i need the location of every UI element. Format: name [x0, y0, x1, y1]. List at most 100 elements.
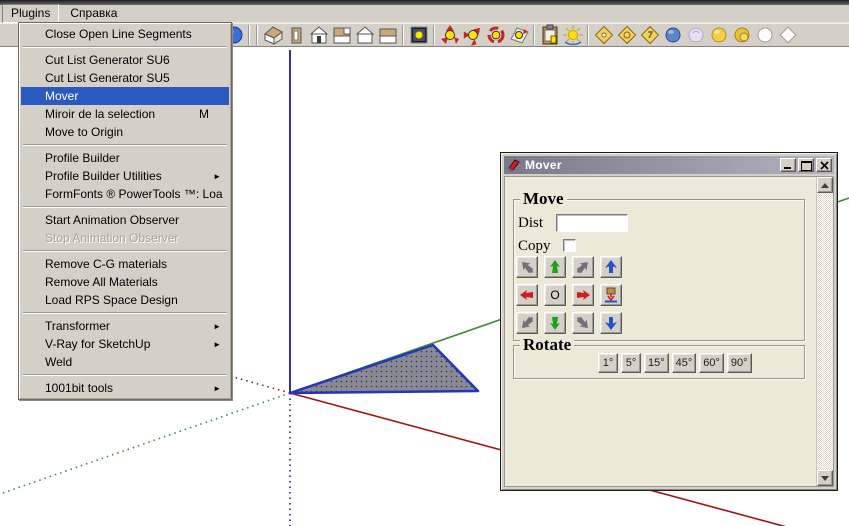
- menu-item-miroir-de-la-selection[interactable]: Miroir de la selectionM: [21, 105, 229, 123]
- left-view-icon[interactable]: [284, 24, 307, 46]
- menu-item-cut-list-generator-su6[interactable]: Cut List Generator SU6: [21, 51, 229, 69]
- menubar-help[interactable]: Справка: [61, 4, 126, 23]
- arrow-up-blue-icon: [603, 259, 619, 275]
- plugins-dropdown-menu: Close Open Line Segments Cut List Genera…: [18, 22, 232, 400]
- blue-sphere-icon[interactable]: [661, 24, 684, 46]
- clipboard-icon[interactable]: [538, 24, 561, 46]
- front-view-icon[interactable]: [307, 24, 330, 46]
- minimize-button[interactable]: [780, 158, 796, 172]
- menu-item-label: Move to Origin: [45, 125, 223, 139]
- rotate-90deg-button[interactable]: 90°: [727, 353, 752, 373]
- menu-bar: Plugins Справка: [0, 5, 849, 23]
- copy-checkbox[interactable]: [563, 239, 576, 252]
- move-left-red-button[interactable]: [516, 284, 538, 306]
- menu-item-close-open-line-segments[interactable]: Close Open Line Segments: [21, 25, 229, 43]
- move-up-blue-button[interactable]: [600, 256, 622, 278]
- menubar-plugins[interactable]: Plugins: [2, 4, 59, 23]
- menu-item-load-rps-space-design[interactable]: Load RPS Space Design: [21, 291, 229, 309]
- tag-3-icon[interactable]: [638, 24, 661, 46]
- menu-item-mover[interactable]: Mover: [21, 87, 229, 105]
- top-view-icon[interactable]: [330, 24, 353, 46]
- move-up-right-button[interactable]: [572, 256, 594, 278]
- menu-item-shortcut: M: [199, 107, 209, 121]
- menu-item-cut-list-generator-su5[interactable]: Cut List Generator SU5: [21, 69, 229, 87]
- menu-item-1001bit-tools[interactable]: 1001bit tools►: [21, 379, 229, 397]
- move-down-left-button[interactable]: [516, 312, 538, 334]
- menu-item-profile-builder-utilities[interactable]: Profile Builder Utilities►: [21, 167, 229, 185]
- dist-input[interactable]: [556, 214, 628, 232]
- origin-button-label: O: [550, 288, 559, 302]
- move-up-green-button[interactable]: [544, 256, 566, 278]
- rotate-circular-icon[interactable]: [484, 24, 507, 46]
- move-right-red-button[interactable]: [572, 284, 594, 306]
- menu-item-start-animation-observer[interactable]: Start Animation Observer: [21, 211, 229, 229]
- white-diamond-icon[interactable]: [776, 24, 799, 46]
- menu-item-remove-cg-materials[interactable]: Remove C-G materials: [21, 255, 229, 273]
- arrow-down-left-icon: [519, 315, 535, 331]
- menu-separator: [23, 250, 227, 252]
- move-down-right-button[interactable]: [572, 312, 594, 334]
- mover-dialog-titlebar[interactable]: Mover: [504, 156, 834, 174]
- menu-item-label: Remove All Materials: [45, 275, 223, 289]
- menu-item-remove-all-materials[interactable]: Remove All Materials: [21, 273, 229, 291]
- toolbar-separator: [256, 25, 258, 45]
- scroll-up-button[interactable]: [817, 177, 833, 193]
- arrow-down-green-icon: [547, 315, 563, 331]
- maximize-button[interactable]: [798, 158, 814, 172]
- menu-separator: [23, 206, 227, 208]
- arrow-up-left-icon: [519, 259, 535, 275]
- move-down-green-button[interactable]: [544, 312, 566, 334]
- tag-2-icon[interactable]: [615, 24, 638, 46]
- rotate-45deg-button[interactable]: 45°: [672, 353, 697, 373]
- move-group: Move Dist Copy: [513, 199, 805, 341]
- rotate-plane-icon[interactable]: [507, 24, 530, 46]
- arrow-left-red-icon: [519, 287, 535, 303]
- move-up-left-button[interactable]: [516, 256, 538, 278]
- rotate-60deg-button[interactable]: 60°: [699, 353, 724, 373]
- move-down-blue-button[interactable]: [600, 312, 622, 334]
- iso-view-icon[interactable]: [261, 24, 284, 46]
- yellow-sphere-2-icon[interactable]: [730, 24, 753, 46]
- menu-item-label: Stop Animation Observer: [45, 231, 223, 245]
- menu-item-weld[interactable]: Weld: [21, 353, 229, 371]
- menu-item-move-to-origin[interactable]: Move to Origin: [21, 123, 229, 141]
- submenu-arrow-icon: ►: [213, 322, 221, 331]
- scroll-up-icon: [821, 183, 829, 188]
- drop-to-ground-button[interactable]: [600, 284, 622, 306]
- dialog-scrollbar[interactable]: [816, 177, 833, 486]
- mover-dialog: Mover Move Dist Copy: [500, 152, 838, 491]
- shadows-sun-icon[interactable]: [561, 24, 584, 46]
- back-view-icon[interactable]: [353, 24, 376, 46]
- rotate-pinwheel-2-icon[interactable]: [461, 24, 484, 46]
- sketchup-window: Plugins Справка: [0, 0, 849, 526]
- rotate-pinwheel-1-icon[interactable]: [438, 24, 461, 46]
- menu-separator: [23, 144, 227, 146]
- menu-item-label: Cut List Generator SU5: [45, 71, 223, 85]
- white-circle-icon[interactable]: [753, 24, 776, 46]
- menu-item-profile-builder[interactable]: Profile Builder: [21, 149, 229, 167]
- scroll-down-button[interactable]: [817, 470, 833, 486]
- dialog-title: Mover: [525, 158, 778, 172]
- dist-label: Dist: [518, 215, 543, 232]
- close-button[interactable]: [816, 158, 832, 172]
- origin-button[interactable]: O: [544, 284, 566, 306]
- scroll-down-icon: [821, 476, 829, 481]
- menu-item-formfonts-powertools-load[interactable]: FormFonts ® PowerTools ™: Load: [21, 185, 229, 203]
- menu-separator: [23, 374, 227, 376]
- tag-1-icon[interactable]: [592, 24, 615, 46]
- section-view-icon[interactable]: [376, 24, 399, 46]
- rotate-5deg-button[interactable]: 5°: [621, 353, 641, 373]
- menu-item-vray-for-sketchup[interactable]: V-Ray for SketchUp►: [21, 335, 229, 353]
- toolbar-separator: [433, 25, 435, 45]
- mover-app-icon: [507, 158, 521, 172]
- submenu-arrow-icon: ►: [213, 340, 221, 349]
- pale-circle-icon[interactable]: [684, 24, 707, 46]
- rotate-15deg-button[interactable]: 15°: [644, 353, 669, 373]
- rotate-1deg-button[interactable]: 1°: [598, 353, 618, 373]
- arrow-up-green-icon: [547, 259, 563, 275]
- menu-item-label: Mover: [45, 89, 223, 103]
- selected-triangle-face[interactable]: [290, 345, 478, 393]
- menu-item-transformer[interactable]: Transformer►: [21, 317, 229, 335]
- yellow-sphere-1-icon[interactable]: [707, 24, 730, 46]
- model-info-icon[interactable]: [407, 24, 430, 46]
